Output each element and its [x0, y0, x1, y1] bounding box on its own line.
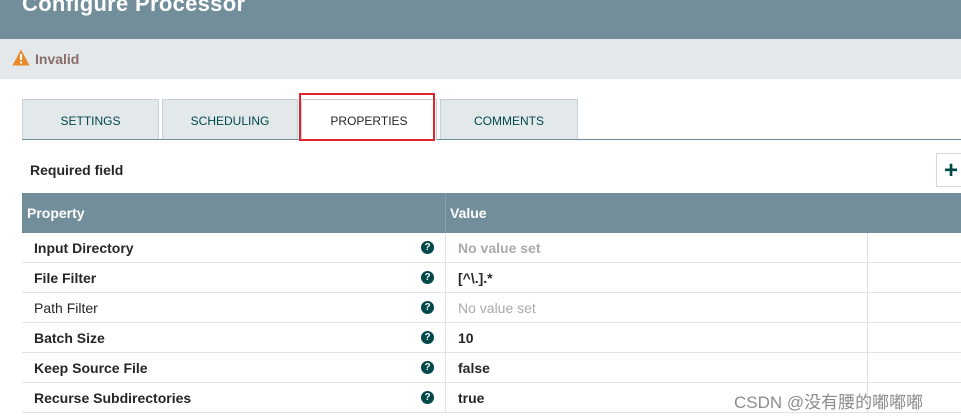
actions-cell-divider [867, 353, 868, 383]
table-row[interactable]: Batch Size? 10 [22, 323, 961, 353]
table-row[interactable]: Path Filter? No value set [22, 293, 961, 323]
help-icon[interactable]: ? [421, 271, 434, 284]
actions-cell-divider [867, 293, 868, 323]
property-value[interactable]: true [458, 390, 484, 406]
property-name: Batch Size [34, 330, 105, 346]
warning-triangle-icon [12, 49, 30, 66]
tab-comments[interactable]: COMMENTS [440, 99, 578, 139]
column-divider[interactable] [445, 193, 446, 233]
tab-properties[interactable]: PROPERTIES [301, 99, 437, 140]
help-icon[interactable]: ? [421, 241, 434, 254]
validation-status-bar: Invalid [0, 39, 961, 79]
required-field-label: Required field [30, 162, 124, 178]
tab-scheduling[interactable]: SCHEDULING [162, 99, 298, 139]
table-row[interactable]: File Filter? [^\.].* [22, 263, 961, 293]
plus-icon: + [944, 157, 959, 184]
table-row[interactable]: Keep Source File? false [22, 353, 961, 383]
help-icon[interactable]: ? [421, 331, 434, 344]
cell-divider [445, 263, 446, 293]
property-name: Input Directory [34, 240, 134, 256]
cell-divider [445, 293, 446, 323]
actions-cell-divider [867, 323, 868, 353]
actions-cell-divider [867, 263, 868, 293]
cell-divider [445, 323, 446, 353]
properties-table: Property Value Input Directory? No value … [22, 193, 961, 413]
tab-settings[interactable]: SETTINGS [22, 99, 159, 139]
property-value[interactable]: No value set [458, 240, 540, 256]
tab-bar: SETTINGS SCHEDULING PROPERTIES COMMENTS [22, 99, 961, 140]
cell-divider [445, 353, 446, 383]
property-name: Path Filter [34, 300, 98, 316]
dialog-title: Configure Processor [22, 0, 246, 16]
column-header-value[interactable]: Value [450, 205, 487, 221]
validation-status-text: Invalid [35, 51, 80, 67]
dialog-header: Configure Processor [0, 0, 961, 39]
property-name: File Filter [34, 270, 97, 286]
help-icon[interactable]: ? [421, 361, 434, 374]
add-property-button[interactable]: + [936, 153, 961, 187]
property-value[interactable]: false [458, 360, 490, 376]
help-icon[interactable]: ? [421, 301, 434, 314]
cell-divider [445, 233, 446, 263]
property-value[interactable]: 10 [458, 330, 474, 346]
watermark: CSDN @没有腰的嘟嘟嘟 [734, 393, 924, 412]
property-name: Recurse Subdirectories [34, 390, 192, 406]
column-header-property[interactable]: Property [27, 205, 85, 221]
actions-cell-divider [867, 233, 868, 263]
property-name: Keep Source File [34, 360, 148, 376]
table-header: Property Value [22, 193, 961, 233]
cell-divider [445, 383, 446, 413]
table-row[interactable]: Input Directory? No value set [22, 233, 961, 263]
property-value[interactable]: No value set [458, 300, 536, 316]
property-value[interactable]: [^\.].* [458, 270, 493, 286]
help-icon[interactable]: ? [421, 391, 434, 404]
